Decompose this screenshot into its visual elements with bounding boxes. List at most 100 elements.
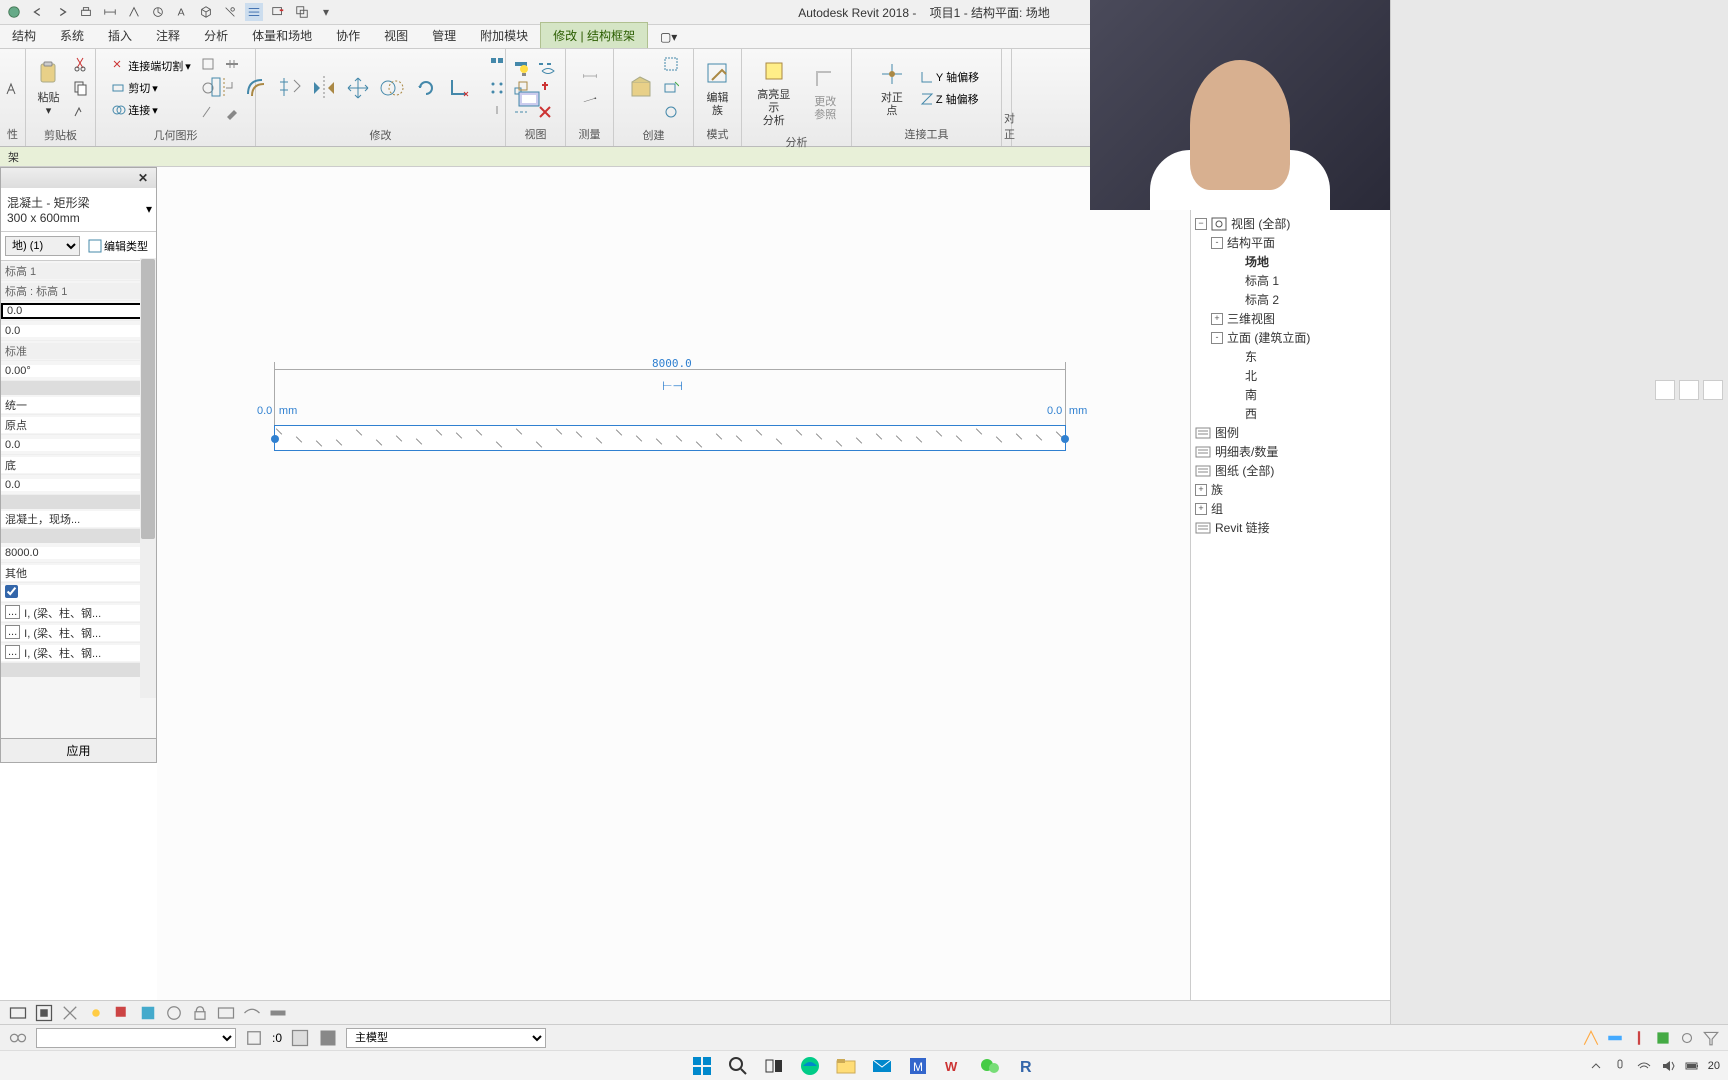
hide-icon[interactable] (537, 60, 559, 82)
taskview-button[interactable] (759, 1053, 789, 1079)
tree-item[interactable]: 标高 1 (1195, 271, 1386, 290)
create-part-icon[interactable] (660, 101, 682, 123)
wechat-button[interactable] (975, 1053, 1005, 1079)
property-row[interactable]: 0.00° (1, 361, 156, 381)
chevron-up-icon[interactable] (1588, 1058, 1604, 1074)
beam-handle-left[interactable] (271, 435, 279, 443)
cut-icon[interactable] (70, 53, 92, 75)
right-offset-value[interactable]: 0.0 mm (1047, 404, 1087, 417)
search-button[interactable] (723, 1053, 753, 1079)
expand-icon[interactable]: + (1195, 484, 1207, 496)
modify-icon[interactable] (4, 77, 21, 99)
properties-list[interactable]: 标高 1标高 : 标高 10.00.0标准0.00°统一原点0.0底0.0混凝土… (1, 261, 156, 745)
crop-icon[interactable] (138, 1004, 158, 1022)
edge-button[interactable] (795, 1053, 825, 1079)
workset-select[interactable] (36, 1028, 236, 1048)
sun-icon[interactable] (86, 1004, 106, 1022)
mirror-draw-icon[interactable] (308, 72, 340, 104)
collapse-icon[interactable]: − (1195, 218, 1207, 230)
lock-icon[interactable] (190, 1004, 210, 1022)
match-icon[interactable] (70, 101, 92, 123)
tab-systems[interactable]: 系统 (48, 23, 96, 48)
dimension-grip-icon[interactable]: ⊢⊣ (662, 379, 683, 393)
app-button[interactable]: M (903, 1053, 933, 1079)
property-row[interactable]: 标高 : 标高 1 (1, 281, 156, 301)
property-row[interactable]: 0.0 (1, 321, 156, 341)
join-button[interactable]: 连接 ▾ (108, 100, 195, 120)
tree-item[interactable]: 西 (1195, 404, 1386, 423)
property-row[interactable]: 统一 (1, 395, 156, 415)
battery-icon[interactable] (1684, 1058, 1700, 1074)
mic-icon[interactable] (1612, 1058, 1628, 1074)
select-pinned-icon[interactable] (1630, 1029, 1648, 1047)
array-icon[interactable] (486, 77, 508, 99)
property-row[interactable]: 标高 1 (1, 261, 156, 281)
tree-item[interactable]: Revit 链接 (1195, 518, 1386, 537)
measure-tool-icon[interactable] (572, 89, 608, 111)
trim-tool-icon[interactable] (444, 72, 476, 104)
property-row[interactable]: 混凝土，现场... (1, 509, 156, 529)
hammer-icon[interactable] (221, 101, 243, 123)
tab-insert[interactable]: 插入 (96, 23, 144, 48)
tree-item[interactable]: 图纸 (全部) (1195, 461, 1386, 480)
property-row[interactable]: 底 (1, 455, 156, 475)
chevron-down-icon[interactable]: ▾ (317, 3, 335, 21)
type-selector[interactable]: 混凝土 - 矩形梁 300 x 600mm ▾ (1, 188, 156, 232)
property-row[interactable]: 8000.0 (1, 543, 156, 563)
font-icon[interactable] (1679, 380, 1699, 400)
select-links-icon[interactable] (1582, 1029, 1600, 1047)
undo-icon[interactable] (29, 3, 47, 21)
filter-select[interactable]: 地) (1) (5, 236, 80, 256)
design-options-icon[interactable] (290, 1029, 310, 1047)
grid-icon[interactable] (1655, 380, 1675, 400)
tree-item[interactable]: 图例 (1195, 423, 1386, 442)
tab-modify[interactable]: 修改 | 结构框架 (540, 22, 648, 48)
crop-visible-icon[interactable] (164, 1004, 184, 1022)
close-win-icon[interactable] (269, 3, 287, 21)
detail-icon[interactable] (34, 1004, 54, 1022)
tab-expand-icon[interactable]: ▢▾ (648, 26, 689, 48)
group-icon[interactable] (660, 53, 682, 75)
change-reference-button[interactable]: 更改参照 (803, 60, 847, 124)
apply-button[interactable]: 应用 (1, 738, 156, 762)
scale-icon[interactable] (8, 1004, 28, 1022)
tab-collaborate[interactable]: 协作 (324, 23, 372, 48)
start-button[interactable] (687, 1053, 717, 1079)
collapse-icon[interactable]: - (1211, 237, 1223, 249)
align-icon[interactable] (125, 3, 143, 21)
mirror-axis-icon[interactable] (274, 72, 306, 104)
view-icon[interactable] (513, 84, 545, 116)
select-underlay-icon[interactable] (1606, 1029, 1624, 1047)
measure-icon[interactable] (101, 3, 119, 21)
volume-icon[interactable] (1660, 1058, 1676, 1074)
drag-icon[interactable] (1678, 1029, 1696, 1047)
dim-icon[interactable] (149, 3, 167, 21)
cut-geom-button[interactable]: 剪切 ▾ (108, 78, 195, 98)
edit-family-button[interactable]: 编辑族 (698, 56, 737, 120)
tab-addins[interactable]: 附加模块 (468, 23, 540, 48)
property-row[interactable]: 0.0 (1, 301, 156, 321)
property-row[interactable]: 标准 (1, 341, 156, 361)
explorer-button[interactable] (831, 1053, 861, 1079)
brush-icon[interactable] (1703, 380, 1723, 400)
highlight-analytical-button[interactable]: 高亮显示分析 (746, 53, 801, 130)
main-model-icon[interactable] (318, 1029, 338, 1047)
copy-icon[interactable] (70, 77, 92, 99)
scrollbar[interactable] (140, 258, 156, 698)
section-icon[interactable] (221, 3, 239, 21)
tree-item[interactable]: 东 (1195, 347, 1386, 366)
temp-hide-icon[interactable] (216, 1004, 236, 1022)
tree-item[interactable]: +组 (1195, 499, 1386, 518)
expand-icon[interactable]: + (1211, 313, 1223, 325)
editable-icon[interactable] (244, 1029, 264, 1047)
create-similar-icon[interactable] (626, 72, 658, 104)
move-tool-icon[interactable] (342, 72, 374, 104)
property-row[interactable]: 0.0 (1, 475, 156, 495)
tree-item[interactable]: 南 (1195, 385, 1386, 404)
offset-tool-icon[interactable] (240, 72, 272, 104)
select-face-icon[interactable] (1654, 1029, 1672, 1047)
reveal-icon[interactable] (242, 1004, 262, 1022)
close-icon[interactable]: ✕ (138, 171, 152, 185)
tab-manage[interactable]: 管理 (420, 23, 468, 48)
worksets-icon[interactable] (8, 1029, 28, 1047)
